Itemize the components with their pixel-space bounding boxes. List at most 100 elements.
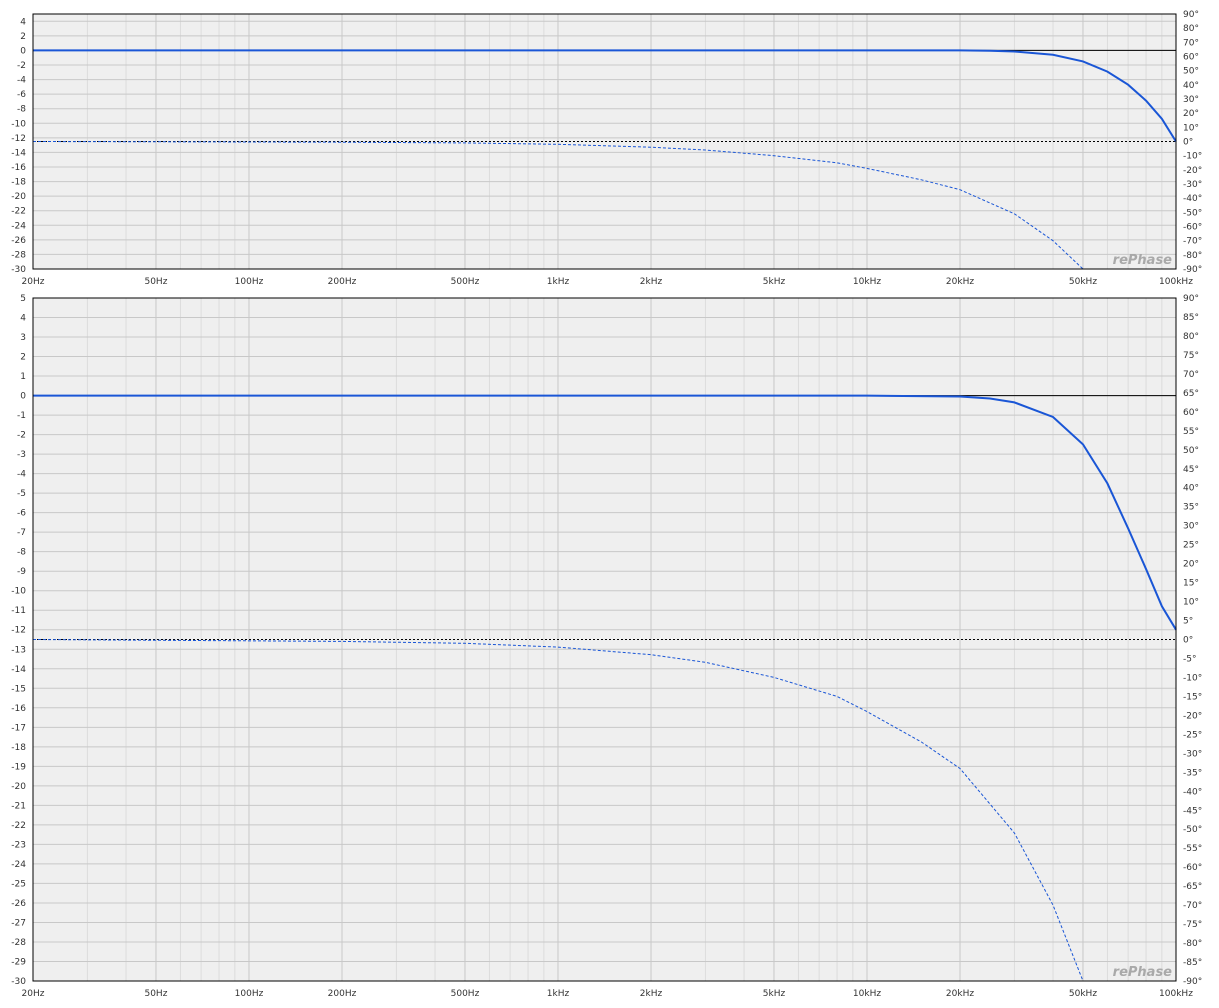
right-tick-label: -85° [1183, 958, 1202, 968]
left-tick-label: -15 [11, 684, 26, 694]
right-tick-label: 0° [1183, 636, 1193, 646]
right-tick-label: -35° [1183, 768, 1202, 778]
x-tick-label: 1kHz [547, 277, 570, 287]
x-tick-label: 200Hz [328, 277, 357, 287]
x-tick-label: 10kHz [853, 989, 881, 999]
left-tick-label: -13 [11, 645, 26, 655]
left-tick-label: -4 [17, 470, 26, 480]
left-tick-label: -16 [11, 704, 26, 714]
left-tick-label: -30 [11, 265, 26, 275]
left-tick-label: -6 [17, 90, 26, 100]
left-tick-label: -3 [17, 450, 26, 460]
x-tick-label: 100kHz [1159, 277, 1193, 287]
right-tick-label: 40° [1183, 81, 1199, 91]
left-tick-label: -19 [11, 762, 26, 772]
x-tick-label: 100Hz [235, 277, 264, 287]
left-tick-label: 0 [20, 46, 26, 56]
right-tick-label: 70° [1183, 370, 1199, 380]
x-tick-label: 100kHz [1159, 989, 1193, 999]
left-tick-label: -8 [17, 105, 26, 115]
x-tick-label: 10kHz [853, 277, 881, 287]
right-tick-label: 10° [1183, 123, 1199, 133]
right-tick-label: 20° [1183, 560, 1199, 570]
left-tick-label: -4 [17, 76, 26, 86]
right-tick-label: -75° [1183, 920, 1202, 930]
bottom-chart: 5 4 3 2 1 0 -1 -2 -3 -4 -5 -6 -7 -8 -9 -10 -11 -12 -13 -14 -… [11, 294, 1202, 999]
left-tick-label: 2 [20, 32, 26, 42]
rephase-watermark: rePhase [1113, 965, 1173, 980]
right-tick-label: -60° [1183, 223, 1202, 233]
left-tick-label: 4 [20, 314, 26, 324]
left-tick-label: -8 [17, 548, 26, 558]
right-tick-label: 60° [1183, 408, 1199, 418]
right-tick-label: 40° [1183, 484, 1199, 494]
right-tick-label: -45° [1183, 806, 1202, 816]
x-tick-label: 500Hz [451, 989, 480, 999]
left-tick-label: -9 [17, 567, 26, 577]
left-tick-label: 0 [20, 392, 26, 402]
left-tick-label: -16 [11, 163, 26, 173]
right-tick-label: -55° [1183, 844, 1202, 854]
x-tick-label: 2kHz [640, 277, 663, 287]
right-tick-label: -40° [1183, 787, 1202, 797]
right-tick-label: 90° [1183, 294, 1199, 304]
left-tick-label: 2 [20, 353, 26, 363]
right-tick-label: -10° [1183, 152, 1202, 162]
right-tick-label: -50° [1183, 208, 1202, 218]
right-tick-label: 30° [1183, 522, 1199, 532]
right-tick-label: -90° [1183, 265, 1202, 275]
left-tick-label: -29 [11, 957, 26, 967]
left-tick-label: -7 [17, 528, 26, 538]
x-tick-label: 500Hz [451, 277, 480, 287]
right-tick-label: -10° [1183, 673, 1202, 683]
x-tick-label: 50kHz [1069, 277, 1097, 287]
right-tick-label: 70° [1183, 38, 1199, 48]
left-tick-label: -10 [11, 587, 26, 597]
left-tick-label: -10 [11, 119, 26, 129]
right-tick-label: 80° [1183, 332, 1199, 342]
left-tick-label: -28 [11, 250, 26, 260]
x-tick-label: 1kHz [547, 989, 570, 999]
right-tick-label: 5° [1183, 617, 1193, 627]
right-tick-label: 0° [1183, 138, 1193, 148]
left-tick-label: -18 [11, 743, 26, 753]
right-tick-label: 10° [1183, 598, 1199, 608]
x-tick-label: 5kHz [763, 989, 786, 999]
right-tick-label: 75° [1183, 351, 1199, 361]
left-tick-label: -14 [11, 665, 26, 675]
left-tick-label: -2 [17, 431, 26, 441]
left-tick-label: -24 [11, 860, 26, 870]
left-tick-label: -6 [17, 509, 26, 519]
left-tick-label: -14 [11, 148, 26, 158]
right-tick-label: 65° [1183, 389, 1199, 399]
left-tick-label: -12 [11, 626, 26, 636]
left-tick-label: -17 [11, 723, 26, 733]
left-tick-label: -22 [11, 821, 26, 831]
right-tick-label: -20° [1183, 166, 1202, 176]
left-tick-label: -25 [11, 879, 26, 889]
right-tick-label: -20° [1183, 711, 1202, 721]
rephase-watermark: rePhase [1113, 253, 1173, 268]
right-tick-label: 50° [1183, 67, 1199, 77]
right-tick-label: 20° [1183, 109, 1199, 119]
x-tick-label: 5kHz [763, 277, 786, 287]
left-tick-label: -27 [11, 918, 26, 928]
right-tick-label: -30° [1183, 749, 1202, 759]
right-tick-label: 35° [1183, 503, 1199, 513]
left-tick-label: -20 [11, 782, 26, 792]
right-tick-label: -80° [1183, 251, 1202, 261]
left-tick-label: -23 [11, 840, 26, 850]
left-tick-label: -5 [17, 489, 26, 499]
right-tick-label: 55° [1183, 427, 1199, 437]
right-tick-label: 90° [1183, 10, 1199, 20]
x-tick-label: 100Hz [235, 989, 264, 999]
x-tick-label: 50Hz [144, 989, 167, 999]
left-tick-label: 3 [20, 333, 26, 343]
right-tick-label: 30° [1183, 95, 1199, 105]
x-tick-label: 20kHz [946, 989, 974, 999]
chart-canvas: 420-2-4-6-8-10-12-14-16-18-20-22-24-26-2… [11, 10, 1202, 999]
right-tick-label: -50° [1183, 825, 1202, 835]
right-tick-label: -25° [1183, 730, 1202, 740]
left-tick-label: -24 [11, 221, 26, 231]
right-tick-label: -65° [1183, 882, 1202, 892]
